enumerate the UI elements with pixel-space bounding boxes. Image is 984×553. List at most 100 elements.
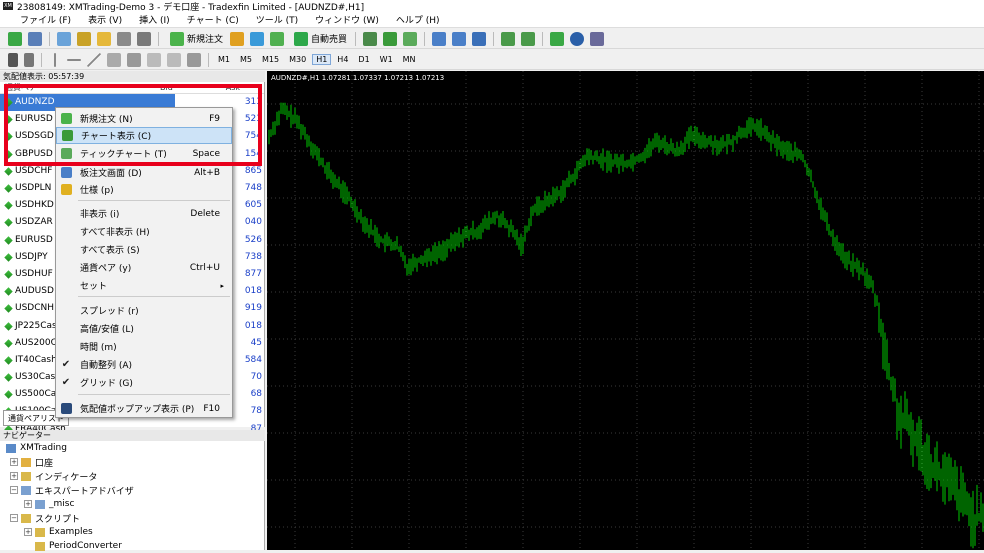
- chart-shift-icon[interactable]: [521, 31, 536, 46]
- text-label-icon[interactable]: [167, 52, 181, 67]
- line-chart-icon[interactable]: [403, 31, 418, 46]
- auto-scroll-icon[interactable]: [501, 31, 516, 46]
- title-bar: XM 23808149: XMTrading-Demo 3 - デモ口座 - T…: [0, 0, 984, 13]
- indicators-icon[interactable]: [550, 31, 565, 46]
- timeframe-w1[interactable]: W1: [376, 54, 397, 65]
- menu-tools[interactable]: ツール (T): [256, 13, 298, 26]
- market-icon[interactable]: [270, 31, 285, 46]
- menu-item-auto-arrange[interactable]: ✔ 自動整列 (A): [56, 356, 232, 373]
- menu-help[interactable]: ヘルプ (H): [396, 13, 440, 26]
- collapse-icon[interactable]: −: [10, 486, 18, 494]
- toolbar-separator: [49, 31, 50, 46]
- price-chart[interactable]: [267, 71, 984, 550]
- channel-icon[interactable]: [107, 52, 121, 67]
- context-menu: 新規注文 (N) F9 チャート表示 (C) ティックチャート (T) Space 板注文…: [55, 107, 233, 418]
- menu-item-depth-of-market[interactable]: 板注文画面 (D) Alt+B: [56, 164, 232, 181]
- menu-item-tick-chart[interactable]: ティックチャート (T) Space: [56, 145, 232, 162]
- menu-item-new-order[interactable]: 新規注文 (N) F9: [56, 110, 232, 127]
- signals-icon[interactable]: [250, 31, 265, 46]
- menu-window[interactable]: ウィンドウ (W): [315, 13, 379, 26]
- menu-item-spread[interactable]: スプレッド (r): [56, 302, 232, 319]
- timeframe-mn[interactable]: MN: [399, 54, 420, 65]
- indicators-icon: [21, 471, 31, 481]
- menu-item-hide-all[interactable]: すべて非表示 (H): [56, 223, 232, 240]
- nav-indicators[interactable]: + インディケータ: [0, 469, 264, 483]
- templates-icon[interactable]: [590, 31, 605, 46]
- menu-item-label: 自動整列 (A): [80, 361, 133, 371]
- nav-experts[interactable]: − エキスパートアドバイザ: [0, 483, 264, 497]
- arrows-icon[interactable]: [187, 52, 201, 67]
- col-symbol[interactable]: 通貨ペア: [0, 82, 160, 93]
- market-watch-header: 通貨ペア Bid Ask: [0, 82, 264, 94]
- menu-item-show-all[interactable]: すべて表示 (S): [56, 241, 232, 258]
- data-window-icon[interactable]: [77, 31, 91, 46]
- horizontal-line-icon[interactable]: [67, 58, 81, 61]
- nav-scripts[interactable]: − スクリプト: [0, 511, 264, 525]
- text-icon[interactable]: [147, 52, 161, 67]
- menu-shortcut: F9: [209, 113, 220, 124]
- ask-cell: 523: [244, 114, 263, 125]
- col-ask[interactable]: Ask: [200, 82, 260, 93]
- expand-icon[interactable]: +: [10, 458, 18, 466]
- nav-root[interactable]: XMTrading: [0, 441, 264, 455]
- terminal-icon: [6, 443, 16, 453]
- expand-icon[interactable]: +: [24, 500, 32, 508]
- symbol-icon: [4, 390, 13, 399]
- symbol-icon: [4, 304, 13, 314]
- menu-item-hide[interactable]: 非表示 (i) Delete: [56, 205, 232, 222]
- timeframe-d1[interactable]: D1: [354, 54, 373, 65]
- menu-insert[interactable]: 挿入 (I): [139, 13, 170, 26]
- col-bid[interactable]: Bid: [160, 82, 200, 93]
- timeframe-m30[interactable]: M30: [285, 54, 310, 65]
- trendline-icon[interactable]: [87, 52, 101, 67]
- menu-item-symbols[interactable]: 通貨ペア (y) Ctrl+U: [56, 259, 232, 276]
- menu-view[interactable]: 表示 (V): [88, 13, 122, 26]
- new-chart-icon[interactable]: [8, 31, 22, 46]
- toolbar-separator: [158, 31, 159, 46]
- menu-item-grid[interactable]: ✔ グリッド (G): [56, 374, 232, 391]
- zoom-out-icon[interactable]: [452, 31, 467, 46]
- collapse-icon[interactable]: −: [10, 514, 18, 522]
- timeframe-m15[interactable]: M15: [258, 54, 283, 65]
- auto-trading-button[interactable]: 自動売買: [291, 31, 347, 46]
- nav-accounts[interactable]: + 口座: [0, 455, 264, 469]
- timeframe-m5[interactable]: M5: [236, 54, 256, 65]
- nav-examples[interactable]: + Examples: [0, 525, 264, 539]
- vertical-line-icon[interactable]: [54, 52, 56, 67]
- strategy-tester-icon[interactable]: [137, 31, 151, 46]
- crosshair-icon[interactable]: [24, 52, 34, 67]
- expand-icon[interactable]: +: [24, 528, 32, 536]
- menu-file[interactable]: ファイル (F): [20, 13, 71, 26]
- timeframe-h4[interactable]: H4: [333, 54, 352, 65]
- menu-chart[interactable]: チャート (C): [187, 13, 239, 26]
- menu-item-chart-window[interactable]: チャート表示 (C): [56, 127, 232, 144]
- check-icon: ✔: [61, 359, 71, 370]
- menu-item-high-low[interactable]: 高値/安値 (L): [56, 320, 232, 337]
- candlestick-icon[interactable]: [383, 31, 398, 46]
- bar-chart-icon[interactable]: [363, 31, 378, 46]
- zoom-in-icon[interactable]: [432, 31, 447, 46]
- timeframe-h1[interactable]: H1: [312, 54, 332, 65]
- menu-item-specification[interactable]: 仕様 (p): [56, 181, 232, 198]
- symbol-icon: [4, 339, 13, 348]
- chart-window[interactable]: AUDNZD#,H1 1.07281 1.07337 1.07213 1.072…: [267, 71, 984, 550]
- profiles-icon[interactable]: [28, 31, 42, 46]
- terminal-icon[interactable]: [117, 31, 131, 46]
- nav-periodconverter[interactable]: PeriodConverter: [0, 539, 264, 553]
- tile-windows-icon[interactable]: [472, 31, 487, 46]
- toolbar-separator: [41, 52, 42, 67]
- new-order-button[interactable]: 新規注文: [167, 31, 223, 46]
- fibonacci-icon[interactable]: [127, 52, 141, 67]
- periods-icon[interactable]: [570, 31, 585, 46]
- menu-item-sets[interactable]: セット ▸: [56, 277, 232, 294]
- menu-item-popup-prices[interactable]: 気配値ポップアップ表示 (P) F10: [56, 400, 232, 417]
- market-watch-icon[interactable]: [57, 31, 71, 46]
- menu-shortcut: Alt+B: [194, 167, 220, 178]
- expand-icon[interactable]: +: [10, 472, 18, 480]
- timeframe-m1[interactable]: M1: [214, 54, 234, 65]
- navigator-icon[interactable]: [97, 31, 111, 46]
- menu-item-time[interactable]: 時間 (m): [56, 338, 232, 355]
- nav-misc[interactable]: + _misc: [0, 497, 264, 511]
- metaeditor-icon[interactable]: [230, 31, 245, 46]
- cursor-icon[interactable]: [8, 52, 18, 67]
